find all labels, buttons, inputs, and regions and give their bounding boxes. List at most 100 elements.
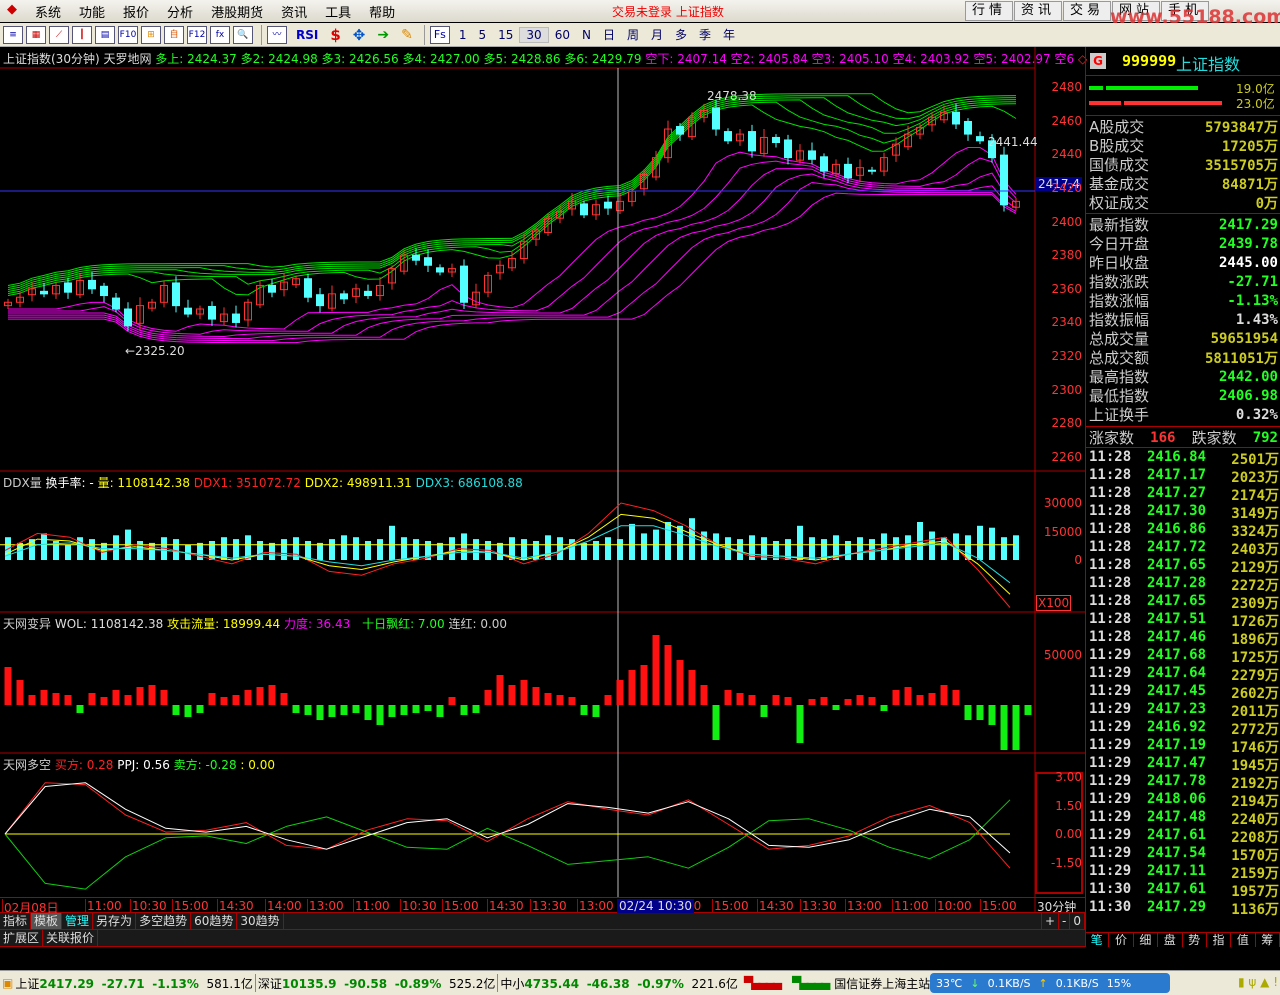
volume-row: 国债成交 3515705万 bbox=[1089, 155, 1278, 174]
stat-value: 2442.00 bbox=[1218, 368, 1278, 385]
bear-line-2: 空2: 2405.84 bbox=[730, 52, 808, 66]
ddx-volume-bar bbox=[497, 542, 503, 560]
candle-down bbox=[580, 203, 588, 216]
sz-index[interactable]: 深证10135.9 -90.58 -0.89% 525.2亿 bbox=[258, 975, 496, 992]
stat-row: 总成交量 59651954 bbox=[1089, 329, 1278, 348]
bull-line-3: 多3: 2426.56 bbox=[321, 52, 399, 66]
tick-time: 11:29 bbox=[1089, 719, 1132, 735]
candle-down bbox=[676, 126, 684, 135]
candle-down bbox=[808, 150, 816, 160]
tab-60-trend[interactable]: 60趋势 bbox=[191, 913, 238, 929]
wol-bar-positive bbox=[952, 690, 960, 705]
tick-volume: 2272万 bbox=[1231, 578, 1279, 594]
buy-volume-bar bbox=[1106, 86, 1198, 90]
candle-down bbox=[424, 257, 432, 266]
quote-tab[interactable]: 盘 bbox=[1158, 933, 1183, 947]
download-speed: 0.1KB/S bbox=[987, 976, 1031, 990]
zx-index[interactable]: 中小4735.44 -46.38 -0.97% 221.6亿 bbox=[500, 975, 738, 992]
ddx-volume-bar bbox=[857, 537, 863, 560]
quote-tab[interactable]: 指 bbox=[1207, 933, 1232, 947]
tick-volume: 2309万 bbox=[1231, 596, 1279, 612]
down-count: 792 bbox=[1252, 429, 1278, 446]
quote-tab[interactable]: 值 bbox=[1231, 933, 1256, 947]
candle-down bbox=[724, 131, 732, 142]
wol-bar-negative bbox=[832, 705, 840, 710]
sell-volume-bar bbox=[1089, 101, 1121, 105]
attack-flow: 攻击流量: 18999.44 bbox=[167, 617, 281, 631]
ppj-tick-label: 0.00 bbox=[1055, 827, 1082, 841]
stat-label: 总成交量 bbox=[1089, 330, 1150, 348]
quote-tab[interactable]: 笔 bbox=[1085, 933, 1110, 947]
sh-index[interactable]: 上证2417.29 -27.71 -1.13% 581.1亿 bbox=[15, 975, 253, 992]
tab-bull-bear-trend[interactable]: 多空趋势 bbox=[136, 913, 192, 929]
volume-value: 17205万 bbox=[1221, 138, 1278, 155]
tick-row: 11:28 2417.30 3149万 bbox=[1089, 503, 1279, 522]
tick-row: 11:29 2417.48 2240万 bbox=[1089, 809, 1279, 828]
tick-row: 11:29 2418.06 2194万 bbox=[1089, 791, 1279, 810]
tick-volume: 2501万 bbox=[1231, 452, 1279, 468]
tab-related-quotes[interactable]: 关联报价 bbox=[43, 930, 99, 946]
chart-canvas[interactable] bbox=[0, 0, 1085, 913]
tick-row: 11:29 2417.68 1725万 bbox=[1089, 647, 1279, 666]
sell-value: 卖方: -0.28 bbox=[173, 758, 237, 772]
volume-value: 84871万 bbox=[1221, 176, 1278, 193]
tab-manage[interactable]: 管理 bbox=[62, 913, 94, 929]
volume-row: A股成交 5793847万 bbox=[1089, 117, 1278, 136]
wol-bar-positive bbox=[916, 695, 924, 705]
tick-time: 11:28 bbox=[1089, 593, 1132, 609]
tick-time: 11:29 bbox=[1089, 809, 1132, 825]
tick-time: 11:28 bbox=[1089, 521, 1132, 537]
candle-down bbox=[172, 282, 180, 307]
zoom-out-button[interactable]: - bbox=[1059, 913, 1071, 929]
tab-30-trend[interactable]: 30趋势 bbox=[237, 913, 284, 929]
volume-label: B股成交 bbox=[1089, 137, 1145, 155]
scale-x100-label: X100 bbox=[1036, 595, 1072, 611]
quote-tab[interactable]: 细 bbox=[1134, 933, 1159, 947]
tick-row: 11:28 2417.27 2174万 bbox=[1089, 485, 1279, 504]
ddx-volume-bar bbox=[581, 542, 587, 560]
quote-tab[interactable]: 价 bbox=[1109, 933, 1134, 947]
tick-volume: 2023万 bbox=[1231, 470, 1279, 486]
stat-label: 指数涨幅 bbox=[1089, 292, 1150, 310]
tick-time: 11:29 bbox=[1089, 845, 1132, 861]
wol-bar-positive bbox=[100, 697, 108, 705]
server-name[interactable]: 国信证券上海主站 bbox=[834, 975, 930, 992]
quote-tab[interactable]: 势 bbox=[1183, 933, 1207, 947]
tab-extension[interactable]: 扩展区 bbox=[0, 930, 44, 946]
tab-save-as[interactable]: 另存为 bbox=[93, 913, 137, 929]
candle-down bbox=[100, 285, 108, 297]
stat-value: 5811051万 bbox=[1204, 350, 1278, 367]
stat-row: 总成交额 5811051万 bbox=[1089, 348, 1278, 367]
wol-bar-negative bbox=[880, 705, 888, 711]
tick-volume: 1896万 bbox=[1231, 632, 1279, 648]
ddx-title: DDX量 bbox=[3, 476, 42, 490]
tick-price: 2417.27 bbox=[1147, 485, 1207, 501]
ddx-volume-bar bbox=[329, 539, 335, 560]
ddx-volume-bar bbox=[677, 525, 683, 560]
quote-tab[interactable]: 筹 bbox=[1256, 933, 1280, 947]
volume-label: 国债成交 bbox=[1089, 156, 1150, 174]
time-label: 15:00 bbox=[442, 899, 479, 913]
tick-time: 11:29 bbox=[1089, 737, 1132, 753]
lock-icon[interactable]: ▣ bbox=[2, 976, 13, 990]
tab-indicator[interactable]: 指标 bbox=[0, 913, 32, 929]
ddx-volume-bar bbox=[965, 535, 971, 560]
time-axis: 02月08日 11:00 10:30 15:00 14:30 14:00 13:00 11:0… bbox=[0, 897, 1085, 915]
tab-template[interactable]: 模板 bbox=[31, 913, 63, 929]
zoom-in-button[interactable]: + bbox=[1040, 913, 1060, 929]
tick-volume: 2279万 bbox=[1231, 668, 1279, 684]
price-tick-label: 2300 bbox=[1051, 382, 1082, 397]
ddx-volume-bar bbox=[641, 533, 647, 560]
cpu-usage: 15% bbox=[1106, 976, 1132, 990]
tick-row: 11:28 2417.28 2272万 bbox=[1089, 575, 1279, 594]
wol-bar-positive bbox=[736, 693, 744, 705]
zoom-reset-button[interactable]: 0 bbox=[1070, 913, 1085, 929]
tick-price: 2417.61 bbox=[1147, 881, 1207, 897]
wol-bar-positive bbox=[208, 693, 216, 705]
ddx-tick-label: 30000 bbox=[1043, 496, 1082, 510]
bull-line-5: 多5: 2428.86 bbox=[483, 52, 561, 66]
ddx-volume-bar bbox=[617, 539, 623, 560]
candle-down bbox=[316, 294, 324, 307]
ddx-volume-bar bbox=[233, 539, 239, 560]
price-tick-label: 2420 bbox=[1051, 180, 1082, 195]
